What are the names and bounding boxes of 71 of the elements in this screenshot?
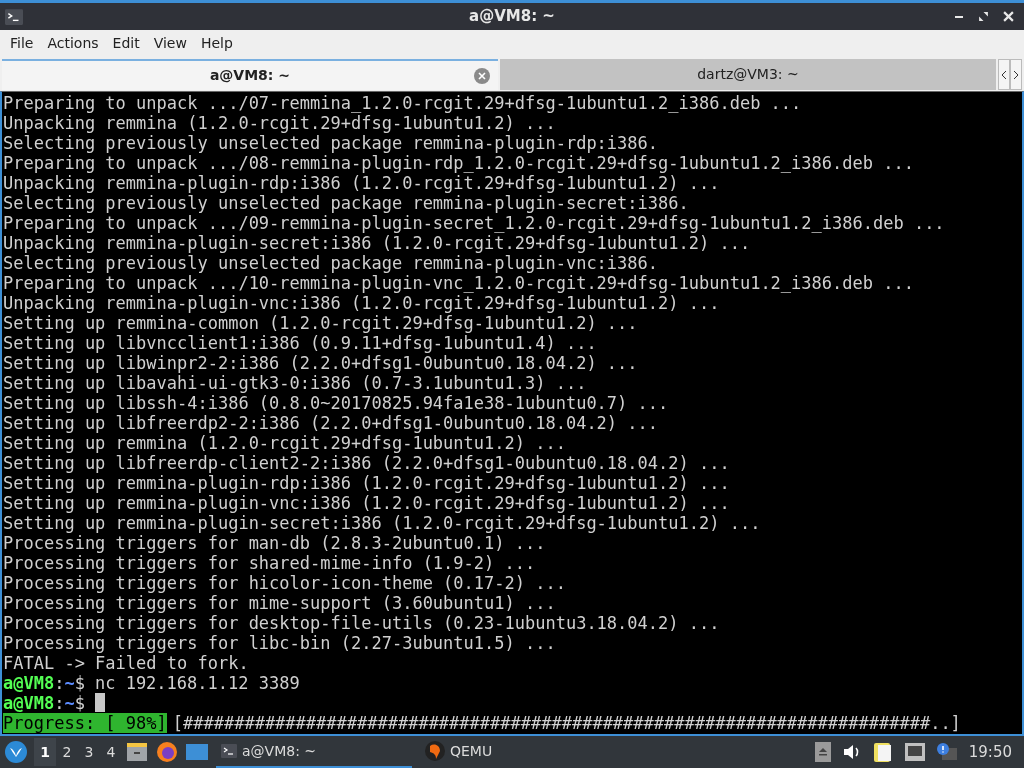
desktop-switcher[interactable]: 3	[78, 738, 100, 766]
terminal-line: Setting up remmina-common (1.2.0-rcgit.29+dfsg-1ubuntu1.2) ...	[3, 313, 639, 333]
terminal-line: Preparing to unpack .../10-remmina-plugin-vnc_1.2.0-rcgit.29+dfsg-1ubuntu1.2_i386.deb ...	[3, 273, 915, 293]
terminal-line: Unpacking remmina-plugin-rdp:i386 (1.2.0-rcgit.29+dfsg-1ubuntu1.2) ...	[3, 173, 721, 193]
terminal-line: Processing triggers for man-db (2.8.3-2ubuntu0.1) ...	[3, 533, 547, 553]
terminal-line: Setting up libfreerdp2-2:i386 (2.2.0+dfsg1-0ubuntu0.18.04.2) ...	[3, 413, 660, 433]
file-cabinet-icon[interactable]	[126, 741, 148, 763]
speaker-icon[interactable]	[842, 743, 861, 761]
prompt-separator: :	[54, 693, 65, 713]
terminal-line: Processing triggers for hicolor-icon-theme (0.17-2) ...	[3, 573, 567, 593]
desktop-switcher[interactable]: 4	[100, 738, 122, 766]
chevron-right-icon	[1013, 69, 1019, 80]
terminal-line: Processing triggers for libc-bin (2.27-3ubuntu1.5) ...	[3, 633, 557, 653]
terminal-line: Setting up libvncclient1:i386 (0.9.11+dfsg-1ubuntu1.4) ...	[3, 333, 598, 353]
taskbar-task[interactable]: a@VM8: ~	[216, 736, 412, 768]
tab[interactable]: dartz@VM3: ~	[500, 59, 996, 90]
terminal-line: Preparing to unpack .../09-remmina-plugin-secret_1.2.0-rcgit.29+dfsg-1ubuntu1.2_i386.deb ...	[3, 213, 946, 233]
eject-icon[interactable]	[814, 742, 831, 762]
menu-item[interactable]: File	[3, 33, 41, 54]
network-icon[interactable]	[904, 743, 925, 761]
terminal-line: Unpacking remmina-plugin-secret:i386 (1.2.0-rcgit.29+dfsg-1ubuntu1.2) ...	[3, 233, 752, 253]
menu-item[interactable]: Help	[193, 33, 240, 54]
terminal-line: Setting up remmina-plugin-secret:i386 (1.2.0-rcgit.29+dfsg-1ubuntu1.2) ...	[3, 513, 762, 533]
clock: 19:50	[968, 741, 1012, 763]
terminal-line: Setting up libfreerdp-client2-2:i386 (2.2.0+dfsg1-0ubuntu0.18.04.2) ...	[3, 453, 731, 473]
prompt-user: a@VM8	[3, 673, 55, 693]
taskbar-task[interactable]: QEMU	[420, 736, 616, 768]
terminal-line: FATAL -> Failed to fork.	[3, 653, 250, 673]
terminal-icon	[220, 743, 238, 759]
terminal-line: Selecting previously unselected package remmina-plugin-secret:i386.	[3, 193, 690, 213]
window-icon[interactable]	[186, 742, 208, 762]
maximize-icon[interactable]	[978, 11, 989, 22]
terminal-line: Setting up libssh-4:i386 (0.8.0~20170825.94fa1e38-1ubuntu0.7) ...	[3, 393, 670, 413]
desktop-switcher[interactable]: 2	[56, 738, 78, 766]
tab[interactable]: a@VM8: ~	[2, 59, 498, 90]
window-title: a@VM8: ~	[469, 6, 555, 28]
prompt-symbol: $	[74, 673, 85, 693]
menu-item[interactable]: Edit	[105, 33, 147, 54]
prompt-user: a@VM8	[3, 693, 55, 713]
terminal-line: Setting up remmina-plugin-rdp:i386 (1.2.0-rcgit.29+dfsg-1ubuntu1.2) ...	[3, 473, 731, 493]
terminal-line: Processing triggers for desktop-file-utils (0.23-1ubuntu3.18.04.2) ...	[3, 613, 721, 633]
clipboard-icon[interactable]	[872, 741, 893, 763]
close-icon[interactable]	[1003, 11, 1014, 22]
chevron-left-icon	[1001, 69, 1007, 80]
terminal-line: Unpacking remmina (1.2.0-rcgit.29+dfsg-1ubuntu1.2) ...	[3, 113, 557, 133]
prompt-path: ~	[64, 693, 75, 713]
terminal-line: Processing triggers for mime-support (3.60ubuntu1) ...	[3, 593, 557, 613]
terminal-line: Unpacking remmina-plugin-vnc:i386 (1.2.0-rcgit.29+dfsg-1ubuntu1.2) ...	[3, 293, 721, 313]
terminal-line: Preparing to unpack .../08-remmina-plugin-rdp_1.2.0-rcgit.29+dfsg-1ubuntu1.2_i386.deb ...	[3, 153, 915, 173]
progress-label: Progress: [ 98%]	[3, 713, 167, 733]
progress-bar-text: [#########################################################################..]	[172, 713, 961, 733]
terminal-line: Setting up remmina (1.2.0-rcgit.29+dfsg-1ubuntu1.2) ...	[3, 433, 567, 453]
command-text: nc 192.168.1.12 3389	[94, 673, 300, 693]
notification-icon[interactable]	[936, 743, 957, 761]
desktop-switcher[interactable]: 1	[34, 738, 56, 766]
terminal-line: Setting up libavahi-ui-gtk3-0:i386 (0.7-3.1ubuntu1.3) ...	[3, 373, 588, 393]
terminal-line: Preparing to unpack .../07-remmina_1.2.0-rcgit.29+dfsg-1ubuntu1.2_i386.deb ...	[3, 93, 803, 113]
tab-close-icon[interactable]	[474, 67, 490, 84]
terminal-line: Processing triggers for shared-mime-info (1.9-2) ...	[3, 553, 537, 573]
terminal-line: Setting up libwinpr2-2:i386 (2.2.0+dfsg1-0ubuntu0.18.04.2) ...	[3, 353, 639, 373]
scroll-right-button[interactable]	[1010, 59, 1022, 90]
prompt-symbol: $	[74, 693, 85, 713]
scroll-left-button[interactable]	[998, 59, 1010, 90]
prompt-path: ~	[64, 673, 75, 693]
terminal-icon	[4, 7, 24, 26]
menu-item[interactable]: View	[146, 33, 194, 54]
prompt-separator: :	[54, 673, 65, 693]
menu-item[interactable]: Actions	[40, 33, 106, 54]
terminal-line: Setting up remmina-plugin-vnc:i386 (1.2.0-rcgit.29+dfsg-1ubuntu1.2) ...	[3, 493, 731, 513]
terminal-line: Selecting previously unselected package remmina-plugin-vnc:i386.	[3, 253, 660, 273]
terminal-line: Selecting previously unselected package remmina-plugin-rdp:i386.	[3, 133, 660, 153]
